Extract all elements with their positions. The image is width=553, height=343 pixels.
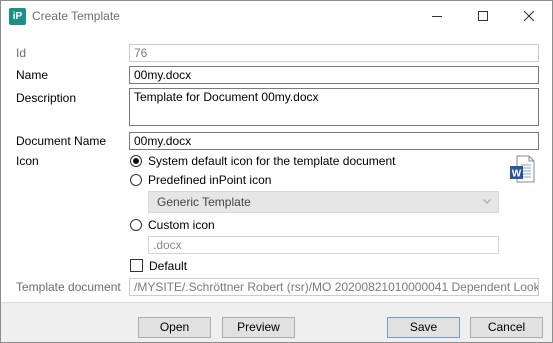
save-button[interactable]: Save (387, 317, 460, 338)
description-input[interactable]: Template for Document 00my.docx (129, 88, 539, 126)
default-checkbox[interactable] (130, 259, 143, 272)
name-input[interactable]: 00my.docx (129, 66, 539, 84)
close-button[interactable] (506, 1, 552, 32)
template-document-label: Template document (16, 280, 121, 294)
radio-button[interactable] (130, 174, 142, 186)
inpoint-app-icon: iP (9, 8, 26, 25)
chevron-down-icon (483, 199, 491, 204)
minimize-icon (432, 16, 442, 17)
radio-custom-icon[interactable]: Custom icon (130, 217, 215, 233)
radio-label: Custom icon (148, 218, 215, 232)
document-name-input[interactable]: 00my.docx (129, 132, 539, 150)
open-button[interactable]: Open (138, 317, 211, 338)
id-label: Id (16, 46, 27, 60)
id-field: 76 (129, 44, 539, 62)
radio-button[interactable] (130, 155, 142, 167)
template-document-field: /MYSITE/.Schröttner Robert (rsr)/MO 2020… (129, 278, 539, 296)
radio-button[interactable] (130, 219, 142, 231)
maximize-icon (478, 11, 488, 21)
radio-label: System default icon for the template doc… (148, 154, 396, 168)
title-bar: iP Create Template (1, 1, 552, 32)
word-document-icon: W (510, 155, 535, 183)
radio-predefined-icon[interactable]: Predefined inPoint icon (130, 172, 271, 188)
icon-label: Icon (16, 154, 39, 168)
cancel-button[interactable]: Cancel (470, 317, 543, 338)
maximize-button[interactable] (460, 1, 506, 32)
close-icon (524, 11, 534, 21)
preview-button[interactable]: Preview (222, 317, 295, 338)
svg-text:W: W (512, 169, 522, 180)
select-value: Generic Template (157, 195, 251, 209)
default-checkbox-label: Default (149, 259, 188, 273)
description-label: Description (16, 91, 77, 105)
document-name-label: Document Name (16, 134, 107, 148)
window-title: Create Template (32, 9, 120, 23)
minimize-button[interactable] (414, 1, 460, 32)
radio-label: Predefined inPoint icon (148, 173, 272, 187)
name-label: Name (16, 68, 49, 82)
button-bar: Open Preview Save Cancel (1, 302, 552, 342)
predefined-icon-select: Generic Template (148, 191, 499, 213)
custom-icon-field: .docx (148, 236, 499, 254)
create-template-dialog: iP Create Template Id 76 Name 00my.docx … (0, 0, 553, 343)
radio-system-default-icon[interactable]: System default icon for the template doc… (130, 153, 395, 169)
